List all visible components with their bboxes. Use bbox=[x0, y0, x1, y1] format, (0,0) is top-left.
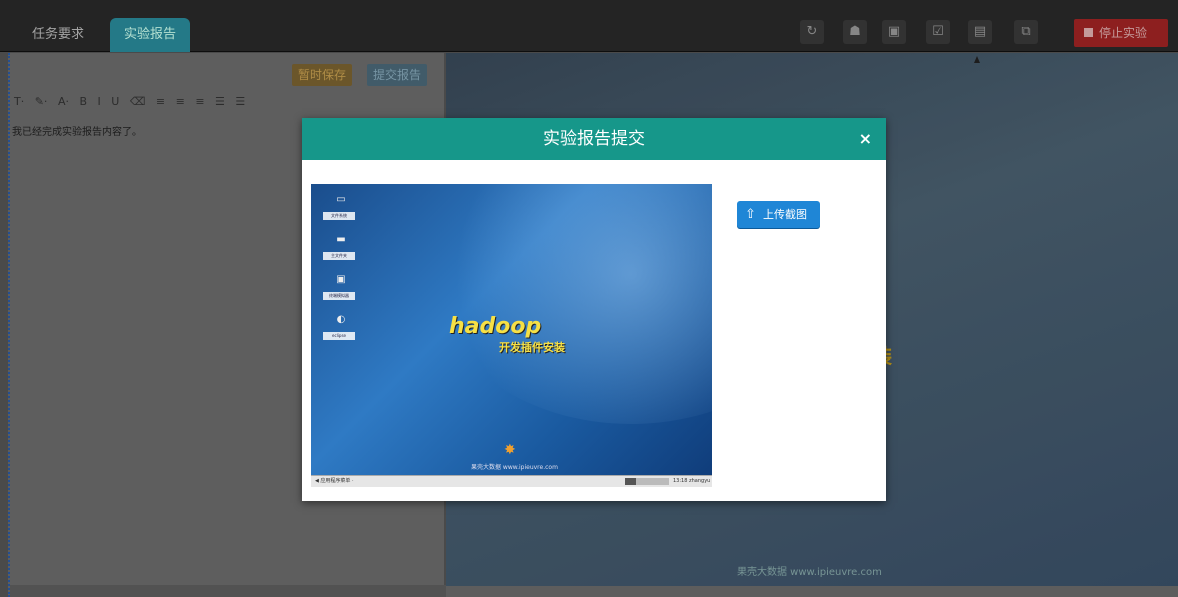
hadoop-logo-text: hadoop bbox=[449, 314, 542, 339]
screenshot-taskbar: ◀ 应用程序菜单 · 13:18 zhangyu bbox=[311, 475, 712, 487]
cloud-upload-icon: ⇧ bbox=[745, 207, 756, 222]
eclipse-icon: ◐ bbox=[336, 314, 346, 325]
taskbar-clock: 13:18 zhangyu bbox=[673, 478, 711, 484]
app-menu-label: ◀ 应用程序菜单 · bbox=[315, 478, 354, 484]
uploaded-screenshot: ▭ 文件系统 ▬ 主文件夹 ▣ 终端模拟器 ◐ eclipse hadoop 开… bbox=[311, 184, 712, 487]
dialog-title: 实验报告提交 bbox=[543, 129, 645, 149]
terminal-icon: ▣ bbox=[336, 274, 346, 285]
desktop-icon-label: eclipse bbox=[323, 332, 355, 340]
workspace-switcher bbox=[625, 478, 669, 485]
upload-screenshot-button[interactable]: ⇧ 上传截图 bbox=[737, 201, 820, 228]
upload-label: 上传截图 bbox=[763, 208, 807, 221]
brand-logo-icon: ✸ bbox=[504, 442, 516, 458]
plugin-install-subtitle: 开发插件安装 bbox=[499, 341, 565, 354]
desktop-icon-label: 文件系统 bbox=[323, 212, 355, 220]
screenshot-watermark: 果壳大数据 www.ipieuvre.com bbox=[471, 464, 558, 471]
close-icon[interactable]: × bbox=[859, 118, 872, 160]
wallpaper-glow bbox=[431, 184, 712, 424]
report-submit-dialog: 实验报告提交 × ▭ 文件系统 ▬ 主文件夹 ▣ 终端模拟器 ◐ eclipse… bbox=[302, 118, 886, 501]
filesystem-icon: ▭ bbox=[336, 194, 346, 205]
desktop-icon-label: 主文件夹 bbox=[323, 252, 355, 260]
dialog-header: 实验报告提交 × bbox=[302, 118, 886, 160]
desktop-icon-label: 终端模拟器 bbox=[323, 292, 355, 300]
folder-icon: ▬ bbox=[336, 234, 346, 245]
